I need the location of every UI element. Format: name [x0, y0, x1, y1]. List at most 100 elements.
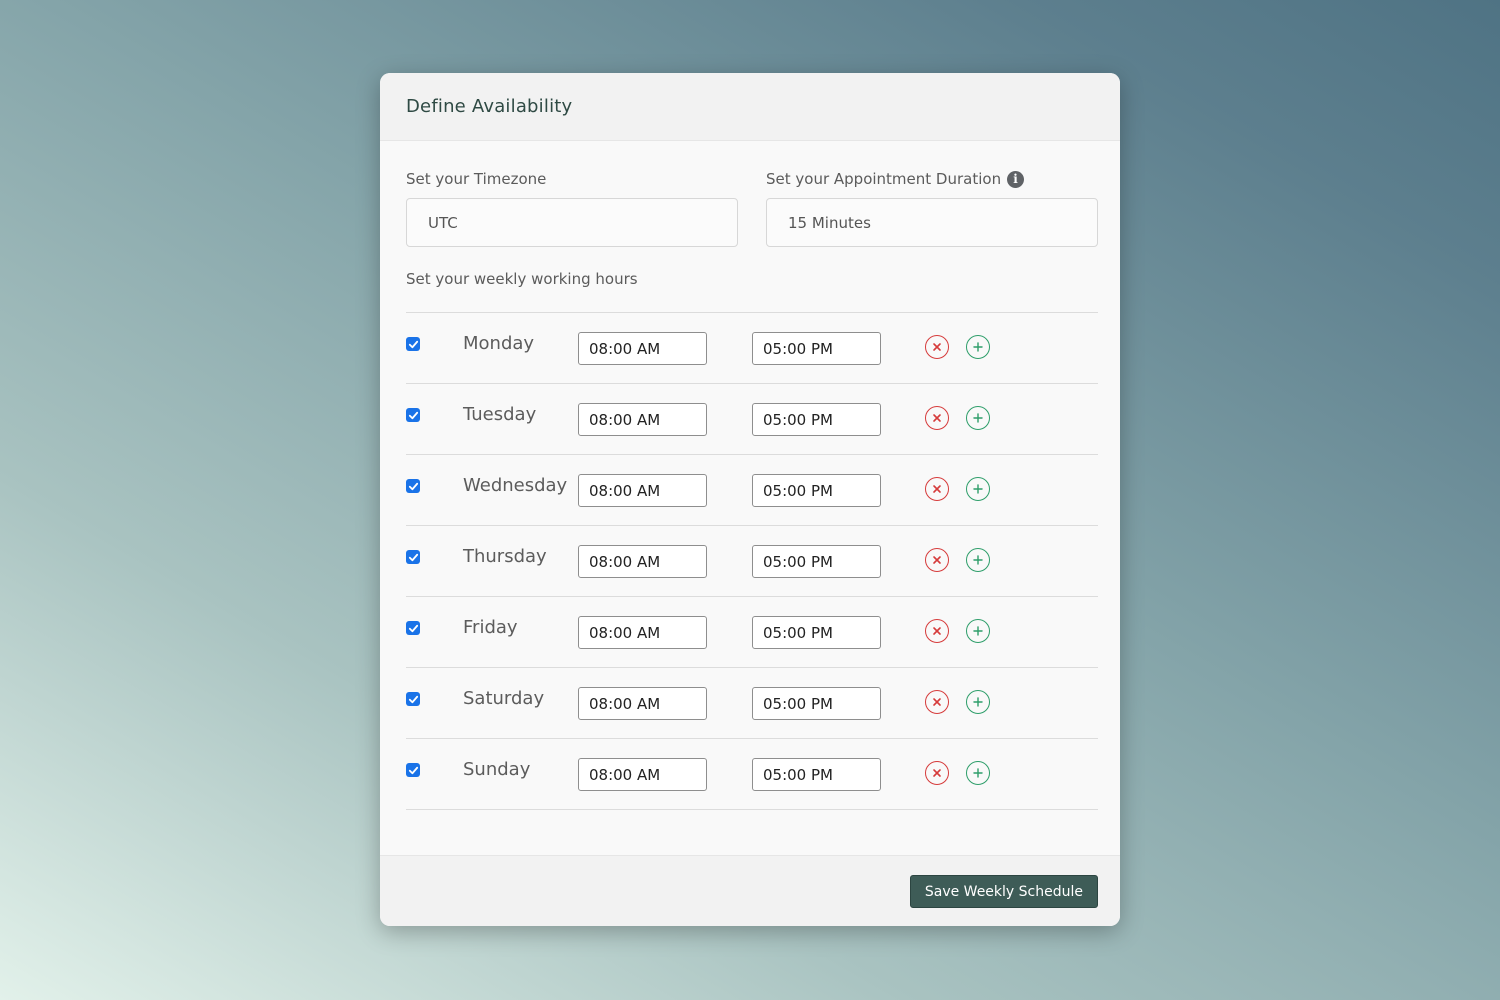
end-time-input[interactable]: 05:00 PM — [752, 545, 881, 578]
checkmark-icon — [408, 553, 418, 561]
end-time-value: 05:00 PM — [763, 623, 833, 642]
day-name: Sunday — [463, 759, 531, 780]
remove-slot-button[interactable] — [925, 406, 949, 430]
day-checkbox-sunday[interactable] — [406, 763, 420, 777]
start-time-input[interactable]: 08:00 AM — [578, 474, 707, 507]
start-time-input[interactable]: 08:00 AM — [578, 403, 707, 436]
timezone-field: Set your Timezone UTC — [406, 167, 738, 247]
end-time-value: 05:00 PM — [763, 410, 833, 429]
checkmark-icon — [408, 695, 418, 703]
checkmark-icon — [408, 340, 418, 348]
remove-slot-button[interactable] — [925, 761, 949, 785]
start-time-value: 08:00 AM — [589, 481, 661, 500]
start-time-input[interactable]: 08:00 AM — [578, 687, 707, 720]
start-time-value: 08:00 AM — [589, 339, 661, 358]
close-icon — [933, 698, 941, 706]
start-time-input[interactable]: 08:00 AM — [578, 332, 707, 365]
end-time-input[interactable]: 05:00 PM — [752, 403, 881, 436]
remove-slot-button[interactable] — [925, 477, 949, 501]
day-name: Friday — [463, 617, 518, 638]
day-row-tuesday: Tuesday 08:00 AM 05:00 PM — [406, 384, 1098, 455]
end-time-value: 05:00 PM — [763, 694, 833, 713]
checkmark-icon — [408, 624, 418, 632]
end-time-input[interactable]: 05:00 PM — [752, 474, 881, 507]
duration-label-text: Set your Appointment Duration — [766, 170, 1002, 188]
weekly-schedule: Monday 08:00 AM 05:00 PM Tuesday 08:00 A… — [406, 312, 1098, 810]
plus-icon — [973, 342, 983, 352]
start-time-input[interactable]: 08:00 AM — [578, 758, 707, 791]
day-name: Monday — [463, 333, 535, 354]
start-time-value: 08:00 AM — [589, 410, 661, 429]
duration-field: Set your Appointment Duration i 15 Minut… — [766, 167, 1098, 247]
day-checkbox-friday[interactable] — [406, 621, 420, 635]
end-time-value: 05:00 PM — [763, 552, 833, 571]
end-time-input[interactable]: 05:00 PM — [752, 687, 881, 720]
day-name: Saturday — [463, 688, 545, 709]
availability-card: Define Availability Set your Timezone UT… — [380, 73, 1120, 926]
day-row-monday: Monday 08:00 AM 05:00 PM — [406, 313, 1098, 384]
remove-slot-button[interactable] — [925, 619, 949, 643]
timezone-label: Set your Timezone — [406, 167, 738, 191]
plus-icon — [973, 697, 983, 707]
add-slot-button[interactable] — [966, 477, 990, 501]
plus-icon — [973, 626, 983, 636]
close-icon — [933, 556, 941, 564]
close-icon — [933, 627, 941, 635]
timezone-select[interactable]: UTC — [406, 198, 738, 247]
start-time-value: 08:00 AM — [589, 552, 661, 571]
add-slot-button[interactable] — [966, 690, 990, 714]
page-title: Define Availability — [406, 96, 573, 117]
add-slot-button[interactable] — [966, 335, 990, 359]
end-time-input[interactable]: 05:00 PM — [752, 332, 881, 365]
day-name: Thursday — [463, 546, 547, 567]
add-slot-button[interactable] — [966, 619, 990, 643]
day-checkbox-thursday[interactable] — [406, 550, 420, 564]
day-checkbox-tuesday[interactable] — [406, 408, 420, 422]
start-time-value: 08:00 AM — [589, 694, 661, 713]
save-weekly-schedule-button[interactable]: Save Weekly Schedule — [909, 875, 1098, 908]
start-time-value: 08:00 AM — [589, 765, 661, 784]
day-name: Tuesday — [463, 404, 537, 425]
end-time-value: 05:00 PM — [763, 765, 833, 784]
timezone-value: UTC — [428, 213, 458, 232]
add-slot-button[interactable] — [966, 406, 990, 430]
day-checkbox-monday[interactable] — [406, 337, 420, 351]
day-row-saturday: Saturday 08:00 AM 05:00 PM — [406, 668, 1098, 739]
start-time-value: 08:00 AM — [589, 623, 661, 642]
day-row-wednesday: Wednesday 08:00 AM 05:00 PM — [406, 455, 1098, 526]
start-time-input[interactable]: 08:00 AM — [578, 616, 707, 649]
day-row-friday: Friday 08:00 AM 05:00 PM — [406, 597, 1098, 668]
info-icon[interactable]: i — [1007, 170, 1025, 188]
duration-value: 15 Minutes — [788, 213, 871, 232]
add-slot-button[interactable] — [966, 548, 990, 572]
end-time-value: 05:00 PM — [763, 339, 833, 358]
day-checkbox-saturday[interactable] — [406, 692, 420, 706]
end-time-value: 05:00 PM — [763, 481, 833, 500]
card-body: Set your Timezone UTC Set your Appointme… — [380, 141, 1120, 810]
card-header: Define Availability — [380, 73, 1120, 141]
plus-icon — [973, 413, 983, 423]
day-row-sunday: Sunday 08:00 AM 05:00 PM — [406, 739, 1098, 810]
close-icon — [933, 414, 941, 422]
weekly-hours-label: Set your weekly working hours — [406, 270, 638, 288]
close-icon — [933, 485, 941, 493]
remove-slot-button[interactable] — [925, 690, 949, 714]
plus-icon — [973, 555, 983, 565]
day-row-thursday: Thursday 08:00 AM 05:00 PM — [406, 526, 1098, 597]
start-time-input[interactable]: 08:00 AM — [578, 545, 707, 578]
remove-slot-button[interactable] — [925, 335, 949, 359]
card-footer: Save Weekly Schedule — [380, 855, 1120, 926]
end-time-input[interactable]: 05:00 PM — [752, 758, 881, 791]
checkmark-icon — [408, 766, 418, 774]
plus-icon — [973, 484, 983, 494]
checkmark-icon — [408, 482, 418, 490]
duration-select[interactable]: 15 Minutes — [766, 198, 1098, 247]
top-fields: Set your Timezone UTC Set your Appointme… — [406, 167, 1098, 247]
duration-label: Set your Appointment Duration i — [766, 167, 1098, 191]
day-checkbox-wednesday[interactable] — [406, 479, 420, 493]
close-icon — [933, 769, 941, 777]
close-icon — [933, 343, 941, 351]
end-time-input[interactable]: 05:00 PM — [752, 616, 881, 649]
remove-slot-button[interactable] — [925, 548, 949, 572]
add-slot-button[interactable] — [966, 761, 990, 785]
